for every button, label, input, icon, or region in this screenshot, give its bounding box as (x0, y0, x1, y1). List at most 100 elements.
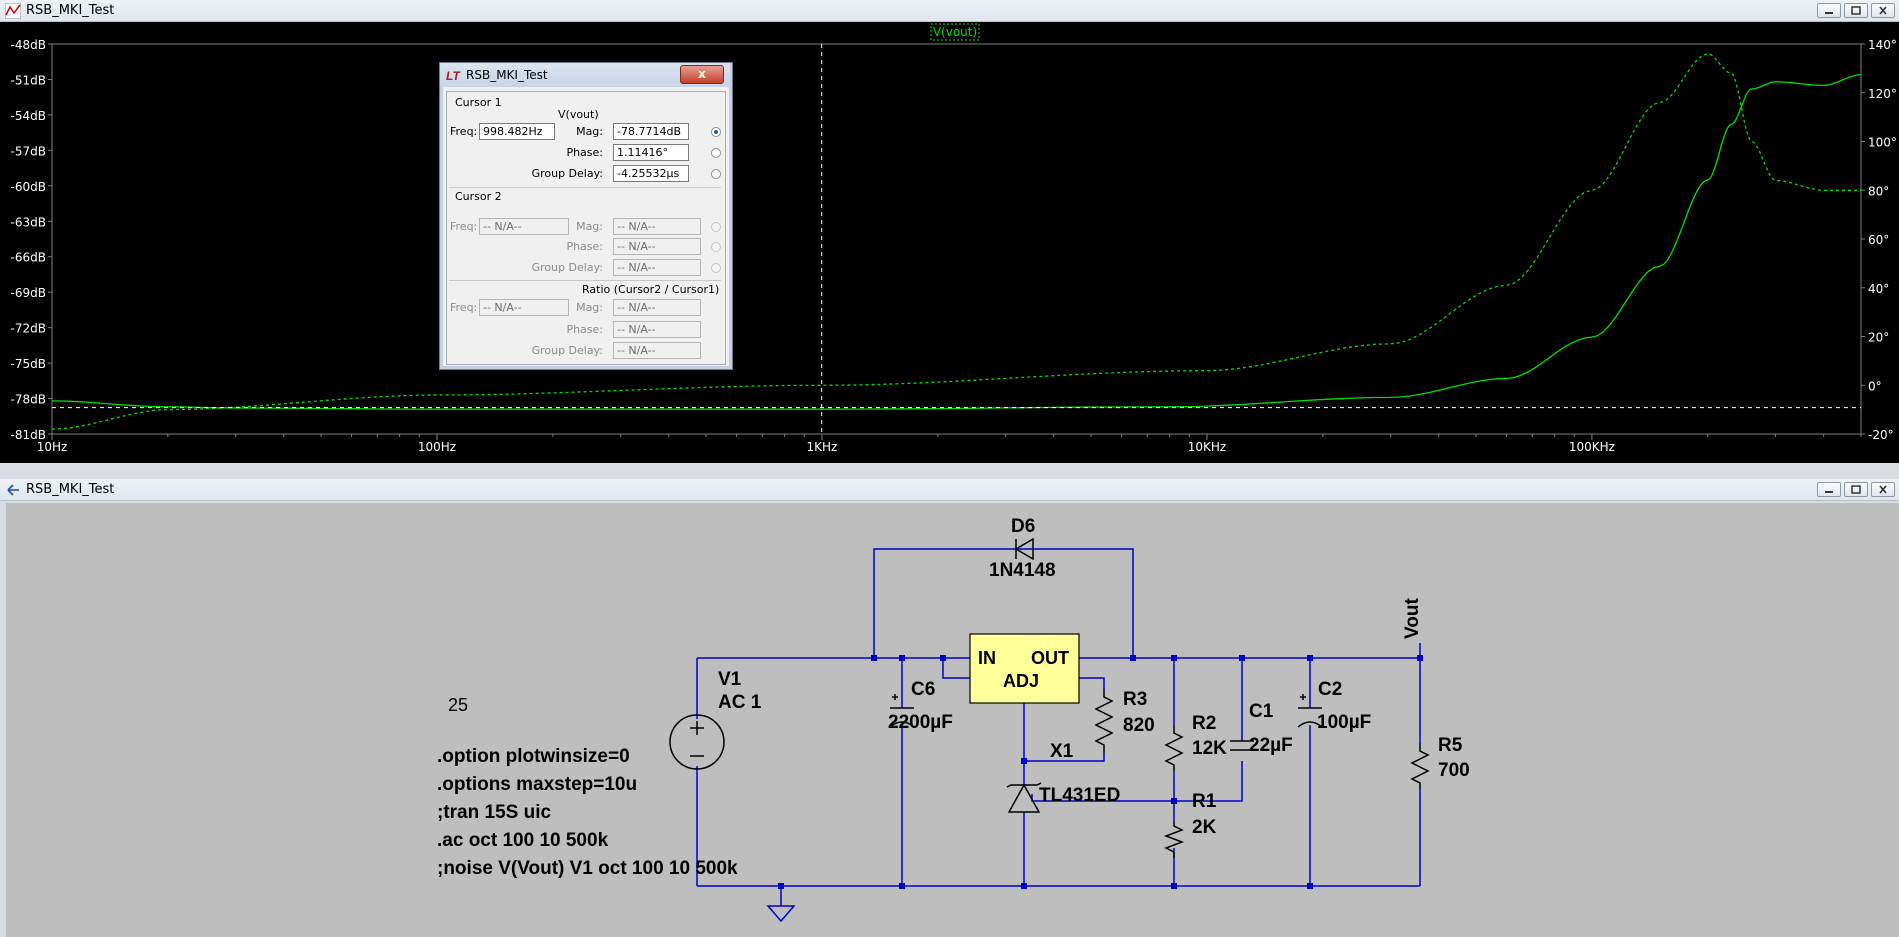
r5-value[interactable]: 700 (1438, 760, 1470, 782)
cursor2-freq-label: Freq: (450, 220, 478, 233)
spice-directive[interactable]: ;noise V(Vout) V1 oct 100 10 500k (437, 858, 738, 880)
v1-value[interactable]: AC 1 (718, 692, 761, 714)
r2-value[interactable]: 12K (1192, 738, 1227, 760)
cursor2-phase-label: Phase: (566, 240, 603, 253)
resistor-r1[interactable] (1163, 822, 1185, 858)
cursor1-gd-radio[interactable] (711, 169, 721, 179)
dialog-close-button[interactable]: x (680, 65, 724, 84)
resistor-r5[interactable] (1410, 743, 1430, 789)
spice-directive[interactable]: .ac oct 100 10 500k (437, 830, 608, 852)
cursor2-mag-field[interactable]: -- N/A-- (613, 218, 701, 235)
y2-tick-label: 60° (1868, 233, 1889, 247)
divider (449, 187, 721, 188)
cursor2-mag-radio[interactable] (711, 222, 721, 232)
lt-logo-icon: LT (446, 69, 461, 82)
ratio-mag-label: Mag: (576, 301, 603, 314)
waveform-icon (5, 3, 21, 19)
bode-plot-svg[interactable]: -48dB -51dB -54dB -57dB -60dB -63dB -66dB -69dB… (0, 22, 1899, 463)
r1-value[interactable]: 2K (1192, 817, 1216, 839)
ratio-gd-label: Group Delay: (531, 344, 603, 357)
r1-ref[interactable]: R1 (1192, 791, 1216, 813)
schematic-canvas[interactable]: D6 1N4148 IN OUT ADJ V1 AC 1 C6 2200µF R… (6, 503, 1899, 937)
y2-tick-label: 100° (1868, 136, 1897, 150)
y-tick-label: -57dB (11, 144, 46, 158)
spice-directive[interactable]: .options maxstep=10u (437, 774, 637, 796)
y2-tick-label: 80° (1868, 184, 1889, 198)
cursor1-trace-name: V(vout) (558, 108, 599, 121)
x1-ref[interactable]: X1 (1050, 741, 1073, 763)
cursor2-freq-field[interactable]: -- N/A-- (479, 218, 569, 235)
c6-ref[interactable]: C6 (911, 679, 935, 701)
restore-button[interactable] (1844, 3, 1868, 18)
r2-ref[interactable]: R2 (1192, 713, 1216, 735)
cursor1-mag-field[interactable]: -78.7714dB (613, 123, 689, 140)
close-button[interactable] (1871, 482, 1895, 497)
y2-tick-label: 40° (1868, 282, 1889, 296)
resistor-r3[interactable] (1094, 689, 1114, 753)
r3-ref[interactable]: R3 (1123, 689, 1147, 711)
r5-ref[interactable]: R5 (1438, 735, 1462, 757)
ratio-freq-label: Freq: (450, 301, 478, 314)
schematic-window-titlebar[interactable]: RSB_MKI_Test (0, 479, 1899, 501)
cursor-dialog[interactable]: LT RSB_MKI_Test x Cursor 1 V(vout) Freq:… (439, 62, 733, 370)
y2-tick-label: 140° (1868, 38, 1897, 52)
cursor1-phase-radio[interactable] (711, 148, 721, 158)
cursor1-gd-label: Group Delay: (531, 167, 603, 180)
close-button[interactable] (1871, 3, 1895, 18)
y-tick-label: -54dB (11, 109, 46, 123)
minimize-button[interactable] (1817, 3, 1841, 18)
x-tick-label: 100Hz (418, 440, 456, 454)
cursor2-phase-radio[interactable] (711, 242, 721, 252)
divider (449, 280, 721, 281)
waveform-plot[interactable]: -48dB -51dB -54dB -57dB -60dB -63dB -66dB -69dB… (0, 22, 1899, 463)
y2-tick-label: -20° (1868, 428, 1894, 442)
r3-value[interactable]: 820 (1123, 715, 1155, 737)
cursor1-gd-field[interactable]: -4.25532µs (613, 165, 689, 182)
schematic-window-title: RSB_MKI_Test (26, 482, 115, 497)
c1-ref[interactable]: C1 (1249, 701, 1273, 723)
y-tick-label: -51dB (11, 73, 46, 87)
cursor2-mag-label: Mag: (576, 220, 603, 233)
ground-symbol[interactable] (766, 905, 796, 923)
plot-frame (51, 43, 1862, 435)
voltage-source-v1[interactable] (669, 714, 725, 770)
cursor2-phase-field[interactable]: -- N/A-- (613, 238, 701, 255)
cursor2-gd-radio[interactable] (711, 263, 721, 273)
y-tick-label: -60dB (11, 180, 46, 194)
c6-value[interactable]: 2200µF (888, 712, 953, 734)
magnitude-trace (51, 74, 1862, 410)
schematic-icon (7, 484, 19, 496)
minimize-button[interactable] (1817, 482, 1841, 497)
v1-ref[interactable]: V1 (718, 669, 741, 691)
cursor1-mag-radio[interactable] (711, 127, 721, 137)
x-tick-label: 10KHz (1188, 440, 1226, 454)
vout-net-label[interactable]: Vout (1402, 598, 1424, 639)
cursor2-gd-label: Group Delay: (531, 261, 603, 274)
cursor2-gd-field[interactable]: -- N/A-- (613, 259, 701, 276)
spice-directive[interactable]: ;tran 15S uic (437, 802, 551, 824)
cursor-dialog-titlebar[interactable]: LT RSB_MKI_Test x (440, 63, 730, 87)
cursor1-freq-field[interactable]: 998.482Hz (479, 123, 555, 140)
d6-ref[interactable]: D6 (1011, 516, 1035, 538)
restore-button[interactable] (1844, 482, 1868, 497)
y2-tick-label: 20° (1868, 331, 1889, 345)
c2-value[interactable]: 100µF (1317, 712, 1371, 734)
x1-part[interactable]: TL431ED (1039, 785, 1120, 807)
ratio-mag-field[interactable]: -- N/A-- (613, 299, 701, 316)
param-text[interactable]: 25 (448, 695, 468, 716)
ratio-gd-field[interactable]: -- N/A-- (613, 342, 701, 359)
c2-ref[interactable]: C2 (1318, 679, 1342, 701)
plot-window-title: RSB_MKI_Test (26, 3, 115, 18)
shunt-regulator-x1[interactable] (1006, 782, 1042, 813)
cursor1-phase-field[interactable]: 1.11416° (613, 144, 689, 161)
spice-directive[interactable]: .option plotwinsize=0 (437, 746, 630, 768)
regulator-out-pin: OUT (1031, 648, 1069, 668)
ratio-phase-field[interactable]: -- N/A-- (613, 321, 701, 338)
plot-window-titlebar[interactable]: RSB_MKI_Test (0, 0, 1899, 22)
regulator-adj-pin: ADJ (1003, 671, 1040, 691)
resistor-r2[interactable] (1164, 725, 1184, 771)
ratio-freq-field[interactable]: -- N/A-- (479, 299, 569, 316)
d6-part[interactable]: 1N4148 (989, 560, 1056, 582)
cursor1-phase-label: Phase: (566, 146, 603, 159)
c1-value[interactable]: 22µF (1249, 735, 1293, 757)
